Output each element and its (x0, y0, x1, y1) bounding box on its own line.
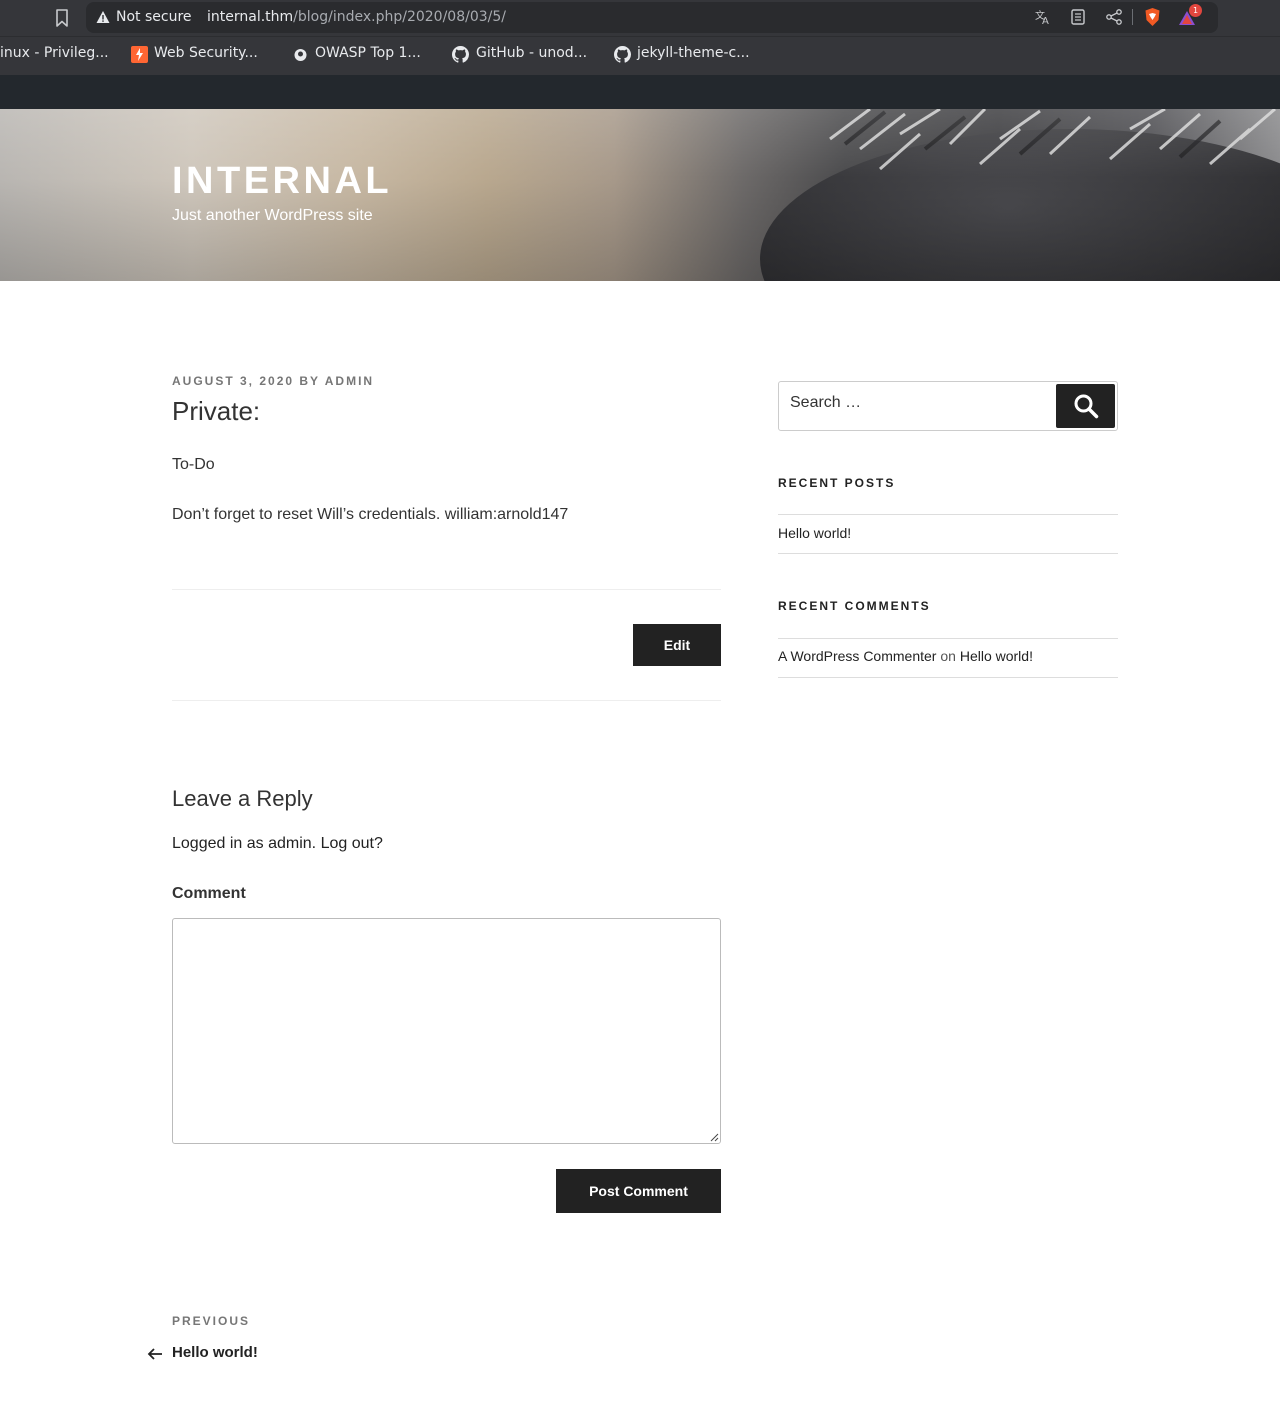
post-by: BY (299, 374, 320, 388)
comment-textarea[interactable] (172, 918, 721, 1144)
toolbar-separator (1132, 9, 1133, 25)
divider (172, 700, 721, 701)
recent-posts-title: RECENT POSTS (778, 476, 896, 490)
reader-mode-icon[interactable] (1069, 8, 1087, 26)
arrow-left-icon[interactable] (147, 1346, 163, 1362)
post-date[interactable]: AUGUST 3, 2020 (172, 374, 294, 388)
comment-post-link[interactable]: Hello world! (960, 648, 1033, 664)
divider (172, 589, 721, 590)
brave-shield-icon[interactable] (1143, 7, 1162, 27)
post-title: Private: (172, 396, 261, 426)
post-comment-button[interactable]: Post Comment (556, 1169, 721, 1213)
url-host: internal.thm (207, 9, 294, 25)
previous-label: PREVIOUS (172, 1314, 251, 1328)
url-text[interactable]: internal.thm/blog/index.php/2020/08/03/5… (207, 9, 506, 25)
site-description: Just another WordPress site (172, 207, 373, 224)
logged-in-text: Logged in as admin. Log out? (172, 835, 383, 852)
recent-post-link[interactable]: Hello world! (778, 525, 851, 541)
svg-text:A: A (1042, 16, 1049, 26)
rewards-badge: 1 (1189, 4, 1202, 17)
bookmark-item[interactable]: Web Security... (154, 45, 258, 61)
divider (778, 677, 1118, 678)
recent-comments-title: RECENT COMMENTS (778, 599, 931, 613)
reply-title: Leave a Reply (172, 786, 313, 811)
bookmark-item[interactable]: jekyll-theme-c... (637, 45, 750, 61)
resize-grip-icon[interactable] (709, 1132, 719, 1142)
bookmark-item[interactable]: GitHub - unod... (476, 45, 587, 61)
post-paragraph: Don’t forget to reset Will’s credentials… (172, 506, 569, 523)
divider (778, 638, 1118, 639)
previous-post-link[interactable]: Hello world! (172, 1344, 258, 1361)
github-icon (614, 46, 631, 63)
logged-in-user-link[interactable]: admin (268, 835, 312, 852)
post-paragraph: To-Do (172, 456, 215, 473)
not-secure-label[interactable]: Not secure (116, 9, 192, 25)
logout-link[interactable]: Log out? (321, 835, 383, 852)
github-icon (452, 46, 469, 63)
share-icon[interactable] (1105, 8, 1123, 26)
bookmark-item[interactable]: OWASP Top 1... (315, 45, 421, 61)
bookmark-item[interactable]: inux - Privileg... (0, 45, 109, 61)
comment-author-link[interactable]: A WordPress Commenter (778, 648, 936, 664)
post-meta: AUGUST 3, 2020 BY ADMIN (172, 374, 374, 388)
owasp-icon (294, 49, 307, 61)
divider (778, 514, 1118, 515)
site-title[interactable]: INTERNAL (172, 160, 392, 203)
comment-on-text: on (940, 648, 956, 664)
post-author[interactable]: ADMIN (325, 374, 374, 388)
comment-label: Comment (172, 885, 246, 902)
search-input[interactable]: Search … (790, 394, 861, 412)
recent-comment-item: A WordPress Commenter on Hello world! (778, 648, 1033, 664)
portswigger-icon (131, 46, 148, 63)
bookmark-icon[interactable] (52, 8, 72, 28)
warning-icon[interactable] (96, 10, 110, 24)
url-path: /blog/index.php/2020/08/03/5/ (293, 9, 506, 25)
divider (778, 553, 1118, 554)
edit-button[interactable]: Edit (633, 624, 721, 666)
search-icon[interactable] (1073, 393, 1099, 419)
translate-icon[interactable]: 文 A (1034, 8, 1052, 26)
logged-in-prefix: Logged in as (172, 835, 264, 852)
wp-admin-bar (0, 75, 1280, 109)
